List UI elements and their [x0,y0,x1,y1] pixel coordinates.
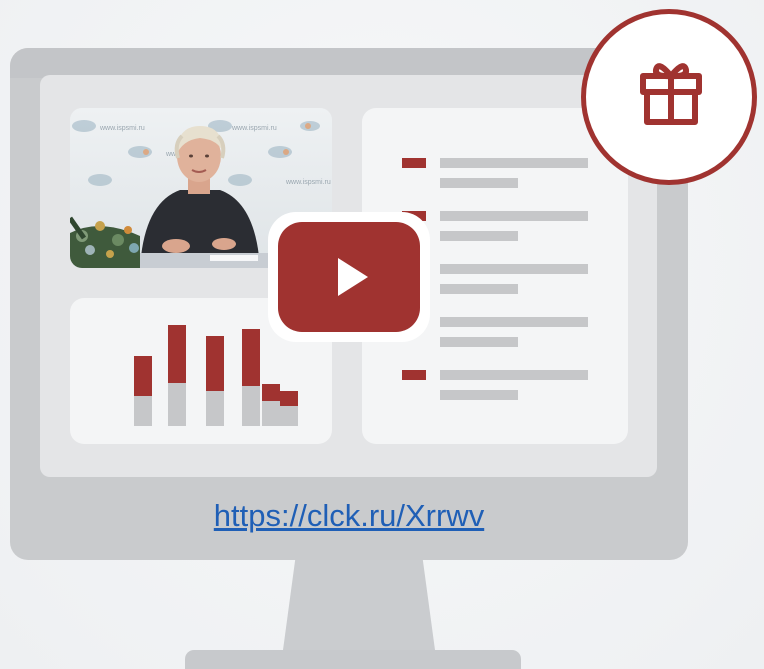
list-line [440,264,588,274]
list-line [440,317,588,327]
play-icon [338,258,368,296]
bar-base [134,396,152,426]
url-link[interactable]: https://clck.ru/Xrrwv [0,498,698,534]
watermark-text: www.ispsmi.ru [285,179,331,186]
play-button-face[interactable] [278,222,420,332]
bar-top [242,329,260,386]
gift-badge[interactable] [581,9,757,185]
bar-top [168,325,186,383]
watermark-text: www.ispsmi.ru [231,125,277,132]
list-subline [440,178,518,188]
list-line [440,370,588,380]
list-subline [440,337,518,347]
monitor-stand-neck [283,560,435,650]
bar-top [206,336,224,391]
bar-base [206,391,224,426]
list-bullet [402,370,426,380]
gift-icon [640,63,702,125]
bar-base [242,386,260,426]
bar-base [280,406,298,426]
bar-base [262,401,280,426]
bar-base [168,383,186,426]
watermark-text: www.ispsmi.ru [99,125,145,132]
bar-top [280,391,298,406]
list-subline [440,390,518,400]
list-subline [440,231,518,241]
bar-top [134,356,152,396]
list-bullet [402,158,426,168]
monitor-stand-base [185,650,521,669]
bar-top [262,384,280,401]
list-subline [440,284,518,294]
list-line [440,211,588,221]
list-line [440,158,588,168]
